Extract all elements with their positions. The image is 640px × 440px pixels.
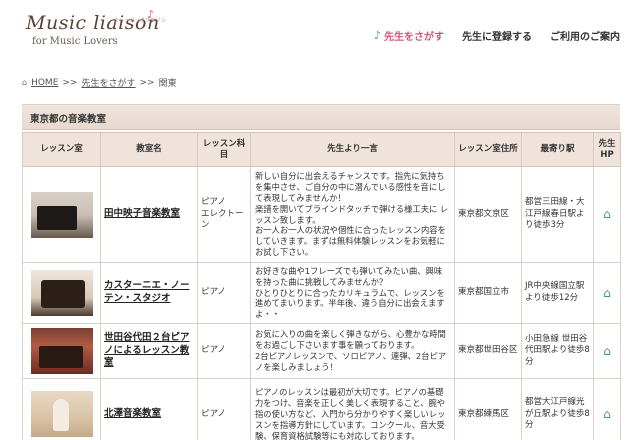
col-header-hp: 先生HP xyxy=(593,132,621,167)
school-name-link[interactable]: 田中映子音楽教室 xyxy=(104,208,180,219)
table-row: 北澤音楽教室 ピアノ ピアノのレッスンは最初が大切です。ピアノの基礎力をつけ、音… xyxy=(22,377,621,440)
address-cell: 東京都文京区 xyxy=(454,166,522,263)
school-name-cell: 世田谷代田２台ピアノによるレッスン教室 xyxy=(100,322,198,379)
breadcrumb-find-teacher[interactable]: 先生をさがす xyxy=(81,76,135,89)
breadcrumb-separator: >> xyxy=(139,77,155,88)
school-name-cell: カスターニエ・ノーテン・スタジオ xyxy=(100,262,198,324)
lesson-room-photo-cell xyxy=(22,377,101,440)
subject-cell: ピアノ xyxy=(197,377,251,440)
music-note-icon: ♪ xyxy=(373,29,381,42)
lesson-room-photo-cell xyxy=(22,322,101,379)
nav-find-teacher-label: 先生をさがす xyxy=(384,32,444,43)
school-name-link[interactable]: 北澤音楽教室 xyxy=(104,408,161,419)
school-name-cell: 北澤音楽教室 xyxy=(100,377,198,440)
school-name-link[interactable]: 世田谷代田２台ピアノによるレッスン教室 xyxy=(104,332,190,369)
lesson-room-photo[interactable] xyxy=(30,327,93,374)
home-icon[interactable]: ⌂ xyxy=(603,406,611,422)
subject-cell: ピアノ xyxy=(197,322,251,379)
hp-cell: ⌂ xyxy=(593,322,621,379)
logo-subtitle: for Music Lovers xyxy=(32,36,118,47)
table-header-row: レッスン室 教室名 レッスン科目 先生より一言 レッスン室住所 最寄り駅 先生H… xyxy=(22,132,621,167)
school-name-cell: 田中映子音楽教室 xyxy=(100,166,198,263)
main-nav: ♪ 先生をさがす 先生に登録する ご利用のご案内 xyxy=(374,28,620,43)
breadcrumb-home[interactable]: HOME xyxy=(31,78,58,88)
address-cell: 東京都国立市 xyxy=(454,262,522,324)
breadcrumb: ⌂ HOME >> 先生をさがす >> 関東 xyxy=(22,76,177,90)
hp-cell: ⌂ xyxy=(593,262,621,324)
home-icon[interactable]: ⌂ xyxy=(603,343,611,359)
site-logo[interactable]: Music liaison ♪ ミュージックリエゾン for Music Lov… xyxy=(26,8,166,47)
hp-cell: ⌂ xyxy=(593,166,621,263)
site-header: Music liaison ♪ ミュージックリエゾン for Music Lov… xyxy=(0,0,640,62)
home-icon[interactable]: ⌂ xyxy=(603,206,611,222)
school-name-link[interactable]: カスターニエ・ノーテン・スタジオ xyxy=(104,280,190,304)
col-header-photo: レッスン室 xyxy=(22,132,101,167)
address-cell: 東京都世田谷区 xyxy=(454,322,522,379)
message-cell: ピアノのレッスンは最初が大切です。ピアノの基礎力をつけ、音楽を正しく美しく表現す… xyxy=(250,377,455,440)
home-icon: ⌂ xyxy=(22,78,28,87)
col-header-name: 教室名 xyxy=(100,132,198,167)
col-header-address: レッスン室住所 xyxy=(454,132,522,167)
table-row: 世田谷代田２台ピアノによるレッスン教室 ピアノ お気に入りの曲を楽しく弾きながら… xyxy=(22,322,621,379)
nav-guide[interactable]: ご利用のご案内 xyxy=(550,28,620,43)
message-cell: お気に入りの曲を楽しく弾きながら、心豊かな時間をお過ごし下さいます事を願っており… xyxy=(250,322,455,379)
message-cell: お好きな曲や1フレーズでも弾いてみたい曲、興味を持った曲に挑戦してみませんか？ … xyxy=(250,262,455,324)
lesson-room-photo[interactable] xyxy=(30,391,93,438)
message-cell: 新しい自分に出会えるチャンスです。指先に気持ちを集中させ、ご自分の中に潜んでいる… xyxy=(250,166,455,263)
logo-tiny-text: ミュージックリエゾン xyxy=(114,18,166,24)
col-header-message: 先生より一言 xyxy=(250,132,455,167)
address-cell: 東京都練馬区 xyxy=(454,377,522,440)
station-cell: 都営三田線・大江戸線春日駅より徒歩3分 xyxy=(521,166,594,263)
home-icon[interactable]: ⌂ xyxy=(603,285,611,301)
nav-register-teacher[interactable]: 先生に登録する xyxy=(462,28,532,43)
subject-cell: ピアノ エレクトーン xyxy=(197,166,251,263)
section-title: 東京都の音楽教室 xyxy=(22,104,620,130)
nav-find-teacher[interactable]: ♪ 先生をさがす xyxy=(374,28,444,43)
nav-register-teacher-label: 先生に登録する xyxy=(462,32,532,43)
col-header-subject: レッスン科目 xyxy=(197,132,251,167)
breadcrumb-separator: >> xyxy=(62,77,78,88)
school-table: レッスン室 教室名 レッスン科目 先生より一言 レッスン室住所 最寄り駅 先生H… xyxy=(22,132,621,440)
station-cell: 小田急線 世田谷代田駅より徒歩8分 xyxy=(521,322,594,379)
station-cell: JR中央線国立駅より徒歩12分 xyxy=(521,262,594,324)
lesson-room-photo-cell xyxy=(22,262,101,324)
lesson-room-photo-cell xyxy=(22,166,101,263)
table-row: 田中映子音楽教室 ピアノ エレクトーン 新しい自分に出会えるチャンスです。指先に… xyxy=(22,166,621,263)
col-header-station: 最寄り駅 xyxy=(521,132,594,167)
breadcrumb-current: 関東 xyxy=(158,79,177,89)
lesson-room-photo[interactable] xyxy=(30,191,93,238)
table-row: カスターニエ・ノーテン・スタジオ ピアノ お好きな曲や1フレーズでも弾いてみたい… xyxy=(22,262,621,324)
hp-cell: ⌂ xyxy=(593,377,621,440)
lesson-room-photo[interactable] xyxy=(30,269,93,316)
nav-guide-label: ご利用のご案内 xyxy=(550,32,620,43)
station-cell: 都営大江戸線光が丘駅より徒歩8分 xyxy=(521,377,594,440)
subject-cell: ピアノ xyxy=(197,262,251,324)
